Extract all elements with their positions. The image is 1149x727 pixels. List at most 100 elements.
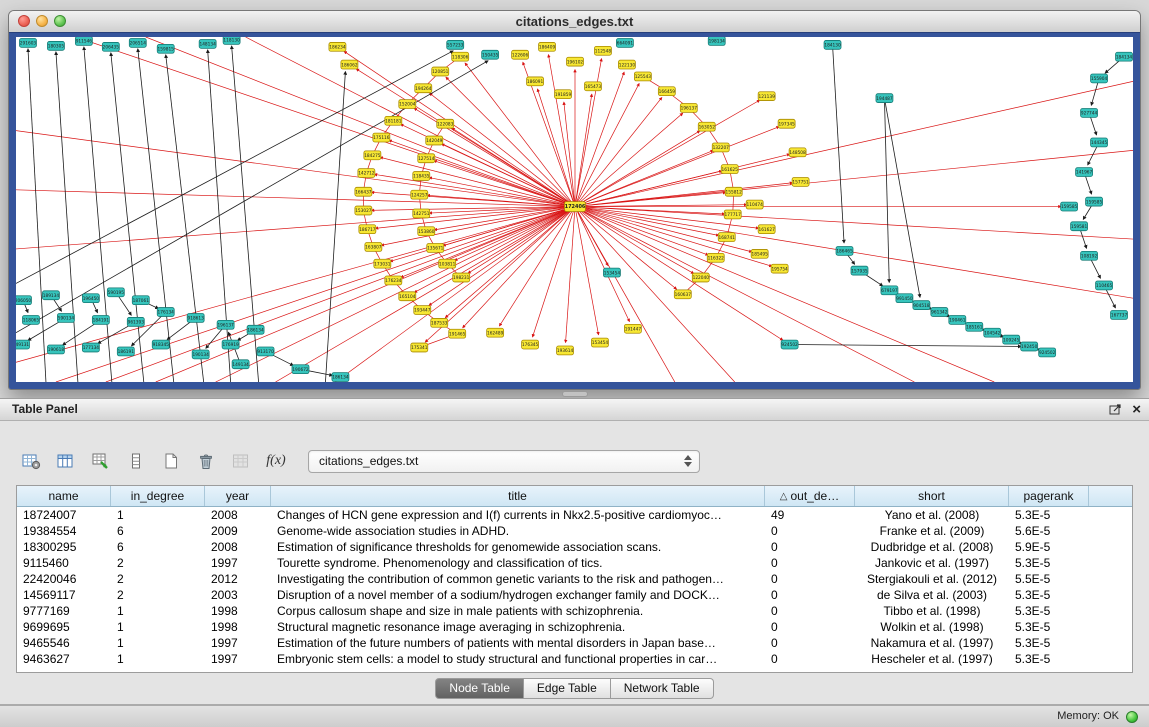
graph-node[interactable]: 142751 xyxy=(413,209,430,218)
graph-node[interactable]: 110465 xyxy=(1096,281,1113,290)
graph-node[interactable]: 196137 xyxy=(217,320,234,329)
graph-node[interactable]: 911546 xyxy=(75,37,92,45)
attribute-table[interactable]: namein_degreeyeartitle△out_de…shortpager… xyxy=(16,485,1133,673)
column-header-year[interactable]: year xyxy=(205,486,271,506)
graph-node[interactable]: 176919 xyxy=(222,340,239,349)
table-row[interactable]: 1456911722003Disruption of a novel membe… xyxy=(17,587,1132,603)
graph-node[interactable]: 141967 xyxy=(1076,168,1093,177)
graph-node[interactable]: 192450 xyxy=(1021,342,1038,351)
graph-node[interactable]: 177134 xyxy=(82,343,99,352)
graph-node[interactable]: 190461 xyxy=(949,315,966,324)
column-header-pagerank[interactable]: pagerank xyxy=(1009,486,1089,506)
graph-node[interactable]: 194264 xyxy=(415,84,432,93)
graph-node[interactable]: 186134 xyxy=(247,325,264,334)
graph-node[interactable]: 122606 xyxy=(512,50,529,59)
graph-node[interactable]: 186062 xyxy=(341,60,358,69)
graph-node[interactable]: 153027 xyxy=(355,206,372,215)
graph-node[interactable]: 194487 xyxy=(876,94,893,103)
network-window-titlebar[interactable]: citations_edges.txt xyxy=(9,11,1140,33)
graph-node[interactable]: 991450 xyxy=(896,294,913,303)
graph-node[interactable]: 118065 xyxy=(22,315,39,324)
table-row[interactable]: 1938455462009Genome-wide association stu… xyxy=(17,523,1132,539)
graph-node[interactable]: 190618 xyxy=(47,345,64,354)
graph-node[interactable]: 125543 xyxy=(634,72,651,81)
table-row[interactable]: 977716911998Corpus callosum shape and si… xyxy=(17,603,1132,619)
graph-node[interactable]: 124257 xyxy=(411,190,428,199)
graph-node[interactable]: 186191 xyxy=(117,347,134,356)
graph-node[interactable]: 186465 xyxy=(836,246,853,255)
graph-node[interactable]: 191859 xyxy=(555,90,572,99)
graph-node[interactable]: 122040 xyxy=(692,273,709,282)
graph-node[interactable]: 291603 xyxy=(19,38,36,47)
graph-node[interactable]: 191465 xyxy=(449,329,466,338)
graph-node[interactable]: 122083 xyxy=(437,119,454,128)
splitter-grip[interactable] xyxy=(562,391,588,397)
graph-node[interactable]: 904518 xyxy=(913,301,930,310)
graph-node[interactable]: 196102 xyxy=(567,57,584,66)
graph-node[interactable]: 148134 xyxy=(199,39,216,48)
column-header-short[interactable]: short xyxy=(855,486,1009,506)
graph-node[interactable]: 918345 xyxy=(152,340,169,349)
graph-node[interactable]: 162489 xyxy=(487,328,504,337)
graph-node[interactable]: 193447 xyxy=(414,306,431,315)
graph-node[interactable]: 159585 xyxy=(1061,202,1078,211)
graph-node[interactable]: 127514 xyxy=(418,154,435,163)
column-header-title[interactable]: title xyxy=(271,486,765,506)
tab-network-table[interactable]: Network Table xyxy=(611,678,714,699)
column-header-in_degree[interactable]: in_degree xyxy=(111,486,205,506)
graph-node[interactable]: 142712 xyxy=(358,169,375,178)
graph-node[interactable]: 104542 xyxy=(984,328,1001,337)
graph-node[interactable]: 172406 xyxy=(565,202,586,212)
table-row[interactable]: 946554611997Estimation of the future num… xyxy=(17,635,1132,651)
graph-node[interactable]: 163052 xyxy=(698,122,715,131)
graph-node[interactable]: 153454 xyxy=(591,338,608,347)
graph-node[interactable]: 924502 xyxy=(1039,348,1056,357)
table-row[interactable]: 946362711997Embryonic stem cells: a mode… xyxy=(17,651,1132,667)
table-row[interactable]: 969969511998Structural magnetic resonanc… xyxy=(17,619,1132,635)
graph-node[interactable]: 186134 xyxy=(332,373,349,382)
column-header-name[interactable]: name xyxy=(17,486,111,506)
graph-node[interactable]: 160637 xyxy=(674,290,691,299)
graph-node[interactable]: 187061 xyxy=(132,296,149,305)
graph-node[interactable]: 159585 xyxy=(1086,197,1103,206)
graph-node[interactable]: 176234 xyxy=(385,276,402,285)
graph-node[interactable]: 142049 xyxy=(426,136,443,145)
show-columns-button[interactable] xyxy=(51,447,81,475)
graph-node[interactable]: 187533 xyxy=(431,318,448,327)
graph-node[interactable]: 118130 xyxy=(223,37,240,44)
delete-column-button[interactable] xyxy=(191,447,221,475)
graph-node[interactable]: 168741 xyxy=(718,233,735,242)
graph-node[interactable]: 121139 xyxy=(758,92,775,101)
graph-node[interactable]: 189134 xyxy=(42,291,59,300)
table-row[interactable]: 1872400712008Changes of HCN gene express… xyxy=(17,507,1132,523)
graph-node[interactable]: 161627 xyxy=(758,225,775,234)
graph-node[interactable]: 196137 xyxy=(680,104,697,113)
graph-node[interactable]: 918613 xyxy=(187,313,204,322)
graph-node[interactable]: 120851 xyxy=(432,67,449,76)
panel-splitter[interactable] xyxy=(0,390,1149,398)
graph-node[interactable]: 153454 xyxy=(603,268,620,277)
graph-node[interactable]: 155812 xyxy=(725,187,742,196)
tab-node-table[interactable]: Node Table xyxy=(435,678,524,699)
graph-node[interactable]: 180305 xyxy=(47,41,64,50)
graph-node[interactable]: 186091 xyxy=(527,77,544,86)
new-column-button[interactable] xyxy=(156,447,186,475)
graph-node[interactable]: 198231 xyxy=(453,273,470,282)
graph-node[interactable]: 197345 xyxy=(778,119,795,128)
graph-node[interactable]: 181181 xyxy=(385,116,402,125)
graph-node[interactable]: 206050 xyxy=(16,296,31,305)
graph-node[interactable]: 150435 xyxy=(482,50,499,59)
graph-node[interactable]: 116322 xyxy=(707,253,724,262)
graph-node[interactable]: 190134 xyxy=(192,350,209,359)
graph-node[interactable]: 913170 xyxy=(257,347,274,356)
graph-node[interactable]: 185495 xyxy=(751,249,768,258)
graph-node[interactable]: 161625 xyxy=(721,165,738,174)
table-row[interactable]: 911546021997Tourette syndrome. Phenomeno… xyxy=(17,555,1132,571)
graph-node[interactable]: 175116 xyxy=(373,133,390,142)
graph-node[interactable]: 118435 xyxy=(413,172,430,181)
tab-edge-table[interactable]: Edge Table xyxy=(524,678,611,699)
graph-node[interactable]: 679197 xyxy=(881,286,898,295)
table-row[interactable]: 2242004622012Investigating the contribut… xyxy=(17,571,1132,587)
graph-node[interactable]: 206514 xyxy=(129,38,146,47)
graph-node[interactable]: 184191 xyxy=(92,315,109,324)
